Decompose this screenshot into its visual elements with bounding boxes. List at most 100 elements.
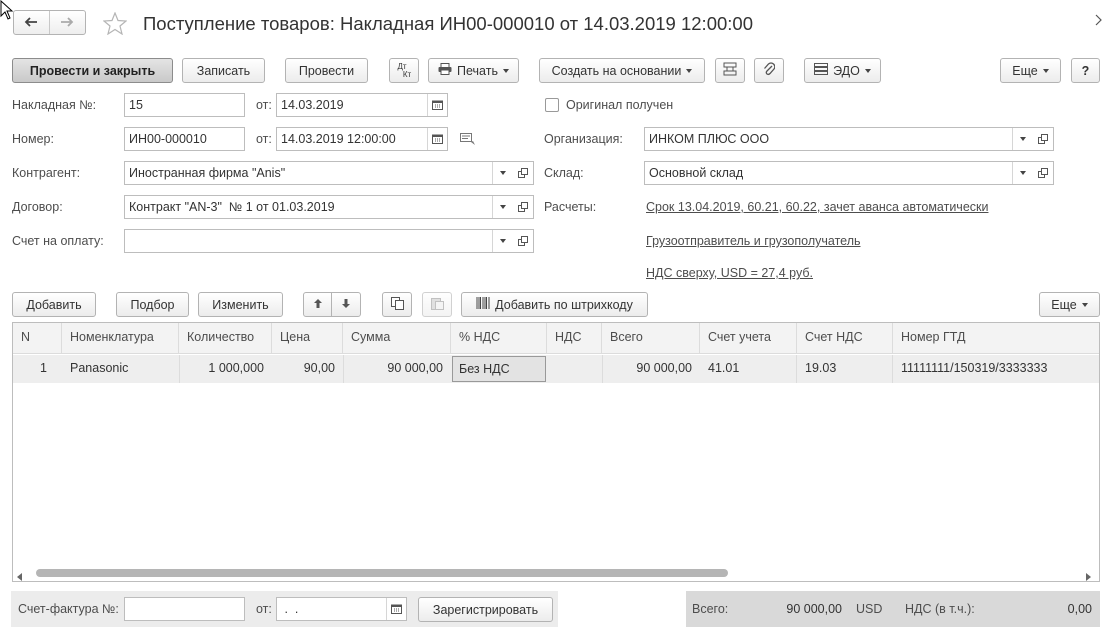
- contractor-field[interactable]: Иностранная фирма "Anis": [124, 161, 513, 185]
- chevron-down-icon: [1081, 302, 1088, 307]
- copy-button[interactable]: [382, 292, 412, 317]
- scrollbar-thumb[interactable]: [36, 569, 728, 577]
- move-up-button[interactable]: [303, 292, 332, 317]
- cell-customs-number[interactable]: 11111111/150319/3333333: [893, 355, 1099, 383]
- comment-icon[interactable]: [460, 133, 476, 149]
- open-icon[interactable]: [512, 195, 534, 219]
- invoice-number-field[interactable]: 15: [124, 93, 245, 117]
- cell-total[interactable]: 90 000,00: [602, 355, 700, 383]
- calendar-icon[interactable]: [386, 598, 406, 620]
- column-header-account[interactable]: Счет учета: [700, 323, 797, 354]
- settlements-label: Расчеты:: [544, 200, 597, 214]
- dt-kt-button[interactable]: Дт Кт: [389, 58, 419, 83]
- column-divider: [602, 355, 603, 383]
- hierarchy-icon: [723, 62, 737, 79]
- chevron-down-icon[interactable]: [1012, 128, 1032, 150]
- original-received-label: Оригинал получен: [566, 98, 674, 112]
- attach-button[interactable]: [754, 58, 784, 83]
- sf-number-field[interactable]: [124, 597, 245, 621]
- open-icon[interactable]: [512, 161, 534, 185]
- cell-vat-account[interactable]: 19.03: [797, 355, 893, 383]
- column-header-price[interactable]: Цена: [272, 323, 343, 354]
- register-button[interactable]: Зарегистрировать: [418, 597, 553, 622]
- chevron-down-icon: [686, 68, 693, 73]
- paste-button[interactable]: [422, 292, 452, 317]
- column-header-sum[interactable]: Сумма: [343, 323, 451, 354]
- help-button[interactable]: ?: [1071, 58, 1100, 83]
- calendar-icon[interactable]: [427, 128, 447, 150]
- cell-vat-rate[interactable]: Без НДС: [452, 356, 546, 382]
- column-header-total[interactable]: Всего: [602, 323, 700, 354]
- organization-field[interactable]: ИНКОМ ПЛЮС ООО: [644, 127, 1033, 151]
- create-based-on-label: Создать на основании: [551, 63, 682, 78]
- contract-value: Контракт "AN-3" № 1 от 01.03.2019: [129, 200, 335, 214]
- sf-date-from-label: от:: [256, 602, 272, 616]
- open-icon[interactable]: [512, 229, 534, 253]
- table-more-button[interactable]: Еще: [1039, 292, 1100, 317]
- pick-label: Подбор: [130, 297, 175, 312]
- column-divider: [179, 355, 180, 383]
- warehouse-field[interactable]: Основной склад: [644, 161, 1033, 185]
- goods-table: N Номенклатура Количество Цена Сумма % Н…: [12, 322, 1100, 582]
- open-icon[interactable]: [1032, 127, 1054, 151]
- post-and-close-button[interactable]: Провести и закрыть: [12, 58, 173, 83]
- add-by-barcode-button[interactable]: Добавить по штрихкоду: [461, 292, 648, 317]
- save-label: Записать: [196, 63, 251, 78]
- edo-button[interactable]: ЭДО: [804, 58, 881, 83]
- copy-icon: [390, 296, 404, 313]
- column-header-nomenclature[interactable]: Номенклатура: [62, 323, 179, 354]
- vat-settings-link[interactable]: НДС сверху, USD = 27,4 руб.: [646, 266, 813, 280]
- open-icon[interactable]: [1032, 161, 1054, 185]
- calendar-icon[interactable]: [427, 94, 447, 116]
- chevron-down-icon[interactable]: [492, 162, 512, 184]
- column-header-n[interactable]: N: [13, 323, 62, 354]
- cell-sum[interactable]: 90 000,00: [343, 355, 451, 383]
- contract-field[interactable]: Контракт "AN-3" № 1 от 01.03.2019: [124, 195, 513, 219]
- column-header-vat-rate[interactable]: % НДС: [451, 323, 547, 354]
- table-row[interactable]: 1 Panasonic 1 000,000 90,00 90 000,00 Бе…: [13, 355, 1099, 383]
- cell-quantity[interactable]: 1 000,000: [179, 355, 272, 383]
- number-field[interactable]: ИН00-000010: [124, 127, 245, 151]
- more-button[interactable]: Еще: [1000, 58, 1061, 83]
- column-header-quantity[interactable]: Количество: [179, 323, 272, 354]
- forward-button[interactable]: [50, 11, 86, 34]
- column-header-customs-number[interactable]: Номер ГТД: [893, 323, 1099, 354]
- edit-button[interactable]: Изменить: [198, 292, 283, 317]
- shipper-consignee-link[interactable]: Грузоотправитель и грузополучатель: [646, 234, 861, 248]
- add-row-button[interactable]: Добавить: [12, 292, 96, 317]
- chevron-down-icon[interactable]: [1012, 162, 1032, 184]
- chevron-down-icon: [1042, 68, 1049, 73]
- edo-label: ЭДО: [833, 63, 860, 78]
- contractor-label: Контрагент:: [12, 166, 81, 180]
- column-header-vat[interactable]: НДС: [547, 323, 602, 354]
- sf-date-field[interactable]: . .: [276, 597, 407, 621]
- cell-account[interactable]: 41.01: [700, 355, 797, 383]
- number-date-field[interactable]: 14.03.2019 12:00:00: [276, 127, 448, 151]
- scroll-right-icon[interactable]: [1085, 570, 1091, 581]
- column-header-vat-account[interactable]: Счет НДС: [797, 323, 893, 354]
- arrow-up-icon: [313, 298, 323, 312]
- cell-price[interactable]: 90,00: [272, 355, 343, 383]
- print-button[interactable]: Печать: [428, 58, 519, 83]
- chevron-down-icon[interactable]: [492, 196, 512, 218]
- cell-vat[interactable]: [547, 355, 602, 383]
- structure-button[interactable]: [715, 58, 745, 83]
- create-based-on-button[interactable]: Создать на основании: [539, 58, 705, 83]
- post-button[interactable]: Провести: [285, 58, 368, 83]
- pick-button[interactable]: Подбор: [116, 292, 189, 317]
- cell-nomenclature[interactable]: Panasonic: [62, 355, 179, 383]
- original-received-checkbox[interactable]: [545, 98, 559, 112]
- vat-total-label: НДС (в т.ч.):: [905, 602, 975, 616]
- settlements-link[interactable]: Срок 13.04.2019, 60.21, 60.22, зачет ава…: [646, 200, 988, 214]
- horizontal-scrollbar[interactable]: [13, 566, 1099, 581]
- print-label: Печать: [457, 63, 498, 78]
- payment-invoice-field[interactable]: [124, 229, 513, 253]
- chevron-right-icon[interactable]: [1094, 14, 1102, 29]
- invoice-date-field[interactable]: 14.03.2019: [276, 93, 448, 117]
- scroll-left-icon[interactable]: [17, 570, 23, 581]
- chevron-down-icon[interactable]: [492, 230, 512, 252]
- favorite-star-icon[interactable]: [102, 11, 128, 38]
- move-down-button[interactable]: [331, 292, 361, 317]
- save-button[interactable]: Записать: [182, 58, 265, 83]
- back-button[interactable]: [14, 11, 50, 34]
